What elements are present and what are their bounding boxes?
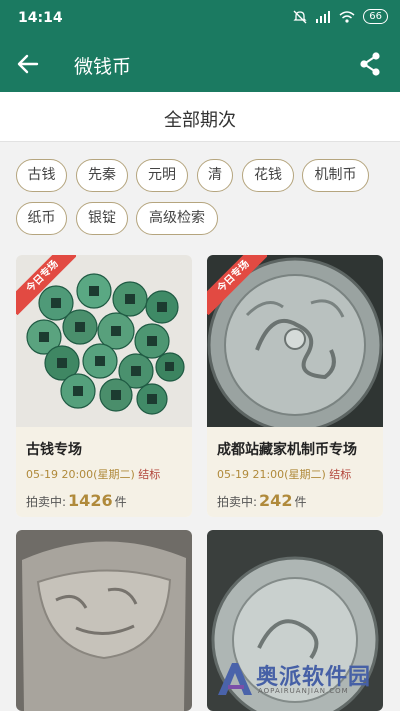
mute-icon bbox=[293, 10, 307, 23]
card-date: 05-19 21:00(星期二) 结标 bbox=[217, 466, 373, 482]
card-state: 结标 bbox=[329, 468, 352, 481]
page-title: 微钱币 bbox=[74, 56, 132, 78]
bid-label: 拍卖中: bbox=[217, 495, 258, 509]
filter-chip-yin-ding[interactable]: 银锭 bbox=[76, 202, 128, 235]
app-bar: 微钱币 bbox=[0, 36, 400, 92]
filter-chip-xian-qin[interactable]: 先秦 bbox=[76, 159, 128, 192]
bid-label: 拍卖中: bbox=[26, 495, 67, 509]
filter-chip-gu-qian[interactable]: 古钱 bbox=[16, 159, 67, 192]
signal-icon bbox=[316, 10, 331, 23]
today-special-ribbon: 今日专场 bbox=[16, 255, 76, 315]
filter-chips: 古钱 先秦 元明 清 花钱 机制币 纸币 银锭 高级检索 bbox=[0, 143, 400, 251]
card-datetime: 05-19 20:00(星期二) bbox=[26, 468, 135, 481]
card-title: 成都站藏家机制币专场 bbox=[217, 442, 357, 458]
card-image-silver-ingot bbox=[16, 530, 192, 711]
bid-count: 1426 bbox=[68, 491, 113, 510]
watermark-logo-icon bbox=[218, 663, 252, 695]
share-icon[interactable] bbox=[356, 50, 384, 78]
bid-unit: 件 bbox=[294, 495, 307, 509]
watermark: 奥派软件园 AOPAIRUANJIAN.COM bbox=[212, 657, 392, 703]
section-title: 全部期次 bbox=[164, 110, 236, 131]
card-date: 05-19 20:00(星期二) 结标 bbox=[26, 466, 182, 482]
status-time: 14:14 bbox=[18, 10, 63, 26]
card-datetime: 05-19 21:00(星期二) bbox=[217, 468, 326, 481]
status-bar: 14:14 66 bbox=[0, 0, 400, 36]
bid-count: 242 bbox=[259, 491, 293, 510]
card-title: 古钱专场 bbox=[26, 442, 82, 458]
ribbon-label: 今日专场 bbox=[207, 255, 267, 315]
card-bid-count: 拍卖中: 242 件 bbox=[217, 491, 373, 510]
watermark-subtext: AOPAIRUANJIAN.COM bbox=[258, 687, 349, 695]
ribbon-label: 今日专场 bbox=[16, 255, 76, 315]
auction-card-machine-coins[interactable]: 今日专场 成都站藏家机制币专场 05-19 21:00(星期二) 结标 拍卖中:… bbox=[207, 255, 383, 517]
filter-chip-hua-qian[interactable]: 花钱 bbox=[242, 159, 294, 192]
card-info: 古钱专场 05-19 20:00(星期二) 结标 拍卖中: 1426 件 bbox=[16, 427, 192, 517]
today-special-ribbon: 今日专场 bbox=[207, 255, 267, 315]
filter-chip-yuan-ming[interactable]: 元明 bbox=[136, 159, 188, 192]
card-info: 成都站藏家机制币专场 05-19 21:00(星期二) 结标 拍卖中: 242 件 bbox=[207, 427, 383, 517]
battery-indicator: 66 bbox=[363, 9, 388, 24]
auction-card-ancient-coins[interactable]: 今日专场 古钱专场 05-19 20:00(星期二) 结标 拍卖中: 1426 件 bbox=[16, 255, 192, 517]
card-bid-count: 拍卖中: 1426 件 bbox=[26, 491, 182, 510]
filter-chip-qing[interactable]: 清 bbox=[197, 159, 233, 192]
section-header: 全部期次 bbox=[0, 92, 400, 142]
filter-chip-zhi-bi[interactable]: 纸币 bbox=[16, 202, 67, 235]
card-state: 结标 bbox=[138, 468, 161, 481]
back-arrow-icon[interactable] bbox=[14, 50, 42, 78]
status-icons: 66 bbox=[293, 9, 388, 24]
filter-chip-ji-zhi-bi[interactable]: 机制币 bbox=[302, 159, 369, 192]
auction-card-silver-ingot[interactable] bbox=[16, 530, 192, 711]
bid-unit: 件 bbox=[114, 495, 127, 509]
wifi-icon bbox=[339, 10, 355, 23]
advanced-search-chip[interactable]: 高级检索 bbox=[136, 202, 218, 235]
